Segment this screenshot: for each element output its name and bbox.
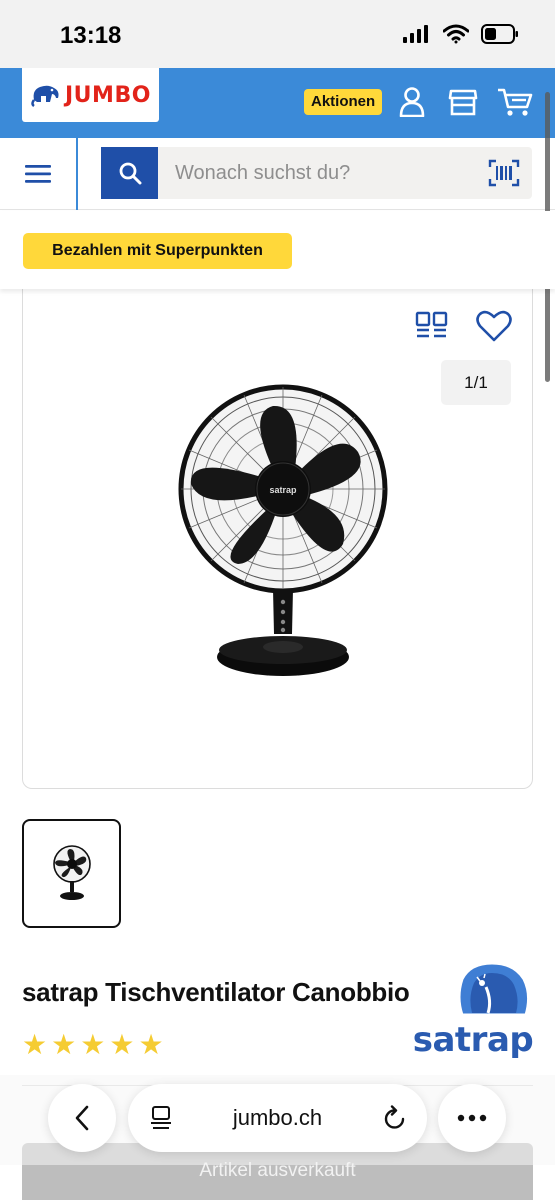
chevron-left-icon xyxy=(75,1105,89,1131)
cart-icon xyxy=(498,88,533,116)
account-icon xyxy=(399,87,425,117)
browser-toolbar: jumbo.ch xyxy=(0,1075,555,1165)
wifi-icon xyxy=(443,24,469,44)
jumbo-logo[interactable]: JUMBO xyxy=(22,68,159,122)
brand-logo[interactable]: satrap xyxy=(412,957,534,1060)
menu-button[interactable] xyxy=(0,138,78,210)
fan-brand-label: satrap xyxy=(269,485,297,495)
star-icon: ★ xyxy=(22,1029,48,1060)
image-counter: 1/1 xyxy=(441,360,511,405)
more-dots-icon xyxy=(457,1114,487,1122)
satrap-elephant-icon xyxy=(457,961,531,1017)
site-header: JUMBO Aktionen xyxy=(0,68,555,138)
store-button[interactable] xyxy=(447,85,479,119)
brand-name: satrap xyxy=(412,1020,534,1060)
search-input[interactable] xyxy=(158,147,478,199)
product-image[interactable]: satrap xyxy=(163,384,403,694)
aktionen-button[interactable]: Aktionen xyxy=(304,89,383,115)
more-button[interactable] xyxy=(438,1084,506,1152)
thumbnail-image xyxy=(52,844,91,900)
product-title: satrap Tischventilator Canobbio xyxy=(22,977,410,1007)
back-button[interactable] xyxy=(48,1084,116,1152)
reload-icon[interactable] xyxy=(383,1105,407,1131)
rating-stars[interactable]: ★ ★ ★ ★ ★ xyxy=(22,1031,164,1059)
star-icon: ★ xyxy=(51,1029,77,1060)
star-icon: ★ xyxy=(109,1029,135,1060)
thumbnail-1[interactable] xyxy=(22,819,121,928)
status-icons xyxy=(403,24,519,44)
product-gallery: 1/1 satrap xyxy=(22,289,533,789)
hamburger-menu-icon xyxy=(25,165,51,183)
status-bar: 13:18 xyxy=(0,0,555,68)
elephant-logo-icon xyxy=(31,85,59,108)
superpunkte-button[interactable]: Bezahlen mit Superpunkten xyxy=(23,233,292,269)
store-icon xyxy=(448,89,478,116)
address-bar[interactable]: jumbo.ch xyxy=(128,1084,427,1152)
signal-icon xyxy=(403,25,428,43)
barcode-scan-icon[interactable] xyxy=(488,159,520,187)
compare-icon[interactable] xyxy=(415,311,449,341)
heart-icon[interactable] xyxy=(476,309,512,343)
search-row xyxy=(0,138,555,210)
star-icon: ★ xyxy=(138,1029,164,1060)
battery-icon xyxy=(481,24,518,44)
account-button[interactable] xyxy=(396,85,428,119)
search-icon xyxy=(119,162,141,185)
promo-band: Bezahlen mit Superpunkten xyxy=(0,211,555,289)
search-button[interactable] xyxy=(101,147,158,199)
search-field xyxy=(158,147,532,199)
product-page: 13:18 JUMBO Aktionen Wonach suchst du? B… xyxy=(0,0,555,1200)
cart-button[interactable] xyxy=(496,85,534,119)
status-time: 13:18 xyxy=(60,22,122,49)
star-icon: ★ xyxy=(80,1029,106,1060)
logo-text: JUMBO xyxy=(65,82,151,108)
